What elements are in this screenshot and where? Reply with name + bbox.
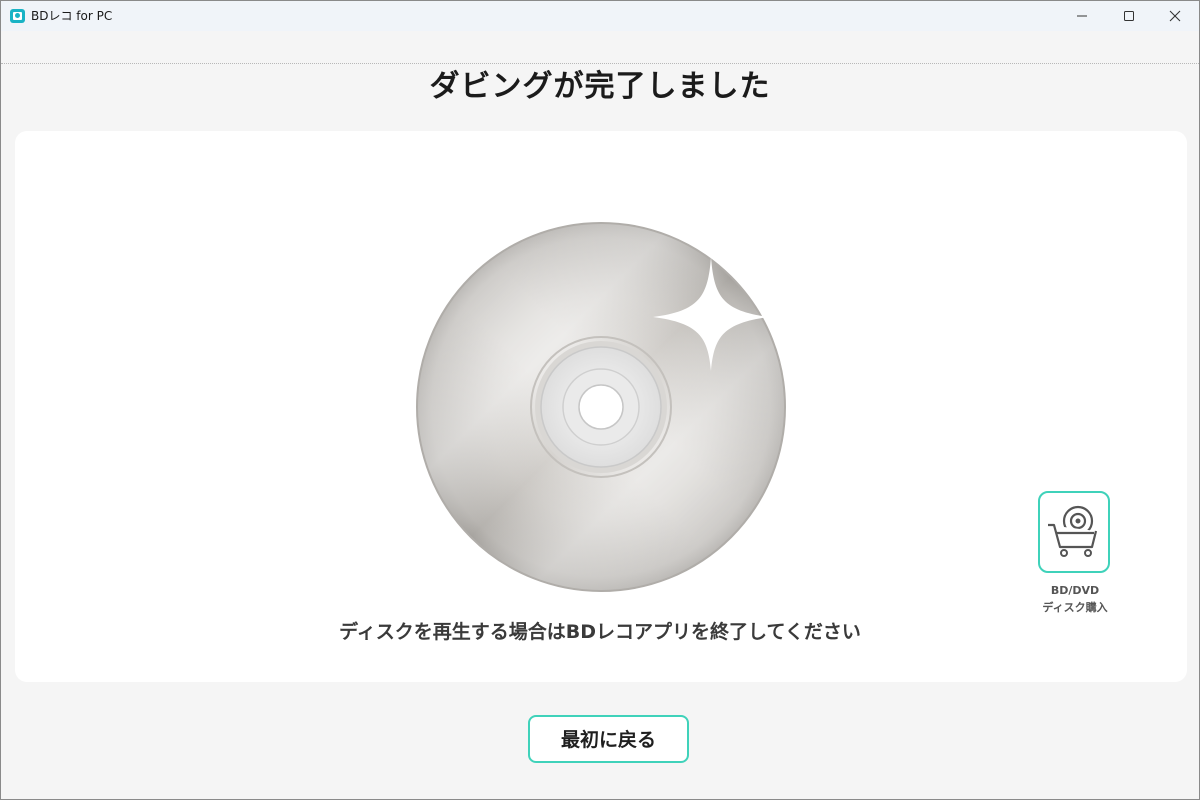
buy-disc-label: BD/DVD ディスク購入 (1025, 582, 1125, 616)
buy-disc-label-line1: BD/DVD (1050, 584, 1100, 597)
title-bar[interactable]: BDレコ for PC (1, 1, 1199, 31)
disc-cart-icon (1048, 505, 1098, 557)
app-window: BDレコ for PC ダビングが完了しました ディスクを再生する場合はBDレコ… (0, 0, 1200, 800)
window-title: BDレコ for PC (31, 9, 113, 23)
buy-disc-label-line2: ディスク購入 (1042, 601, 1108, 614)
app-icon (10, 9, 25, 23)
minimize-button[interactable] (1059, 1, 1105, 31)
maximize-icon (1124, 11, 1134, 21)
minimize-icon (1077, 15, 1087, 17)
instruction-message: ディスクを再生する場合はBDレコアプリを終了してください (339, 621, 861, 643)
close-button[interactable] (1152, 1, 1198, 31)
page-title: ダビングが完了しました (429, 69, 771, 104)
result-card: ディスクを再生する場合はBDレコアプリを終了してください BD/DVD ディスク… (15, 131, 1187, 682)
header-spacer (1, 31, 1199, 64)
close-icon (1169, 10, 1181, 22)
back-to-start-button[interactable]: 最初に戻る (528, 715, 689, 763)
maximize-button[interactable] (1106, 1, 1152, 31)
disc-sparkle-icon (416, 222, 786, 592)
buy-disc-button[interactable] (1038, 491, 1110, 573)
